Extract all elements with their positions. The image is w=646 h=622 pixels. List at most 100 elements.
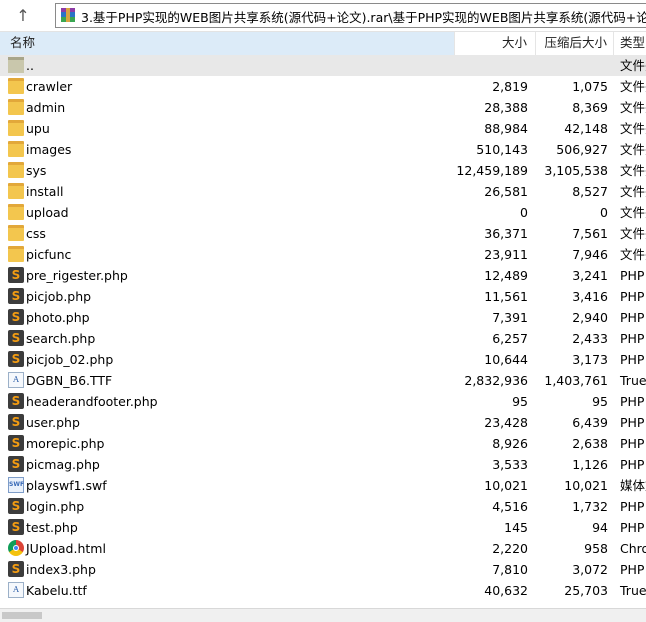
folder-icon: [8, 225, 24, 241]
file-row[interactable]: SWFplayswf1.swf 10,021 10,021 媒体文件: [0, 475, 646, 496]
column-header-type[interactable]: 类型: [614, 32, 646, 55]
file-size: 26,581: [484, 184, 528, 199]
file-row[interactable]: Spicjob_02.php 10,644 3,173 PHP: [0, 349, 646, 370]
file-packed-size: 3,105,538: [544, 163, 608, 178]
file-row[interactable]: Smorepic.php 8,926 2,638 PHP: [0, 433, 646, 454]
archive-path: 3.基于PHP实现的WEB图片共享系统(源代码+论文).rar\基于PHP实现的…: [81, 10, 646, 25]
file-row[interactable]: admin 28,388 8,369 文件夹: [0, 97, 646, 118]
file-size: 23,911: [484, 247, 528, 262]
file-name: crawler: [26, 79, 73, 94]
file-row[interactable]: Sphoto.php 7,391 2,940 PHP: [0, 307, 646, 328]
file-row[interactable]: Slogin.php 4,516 1,732 PHP: [0, 496, 646, 517]
file-packed-size: 958: [584, 541, 608, 556]
file-size: 510,143: [476, 142, 528, 157]
file-name: admin: [26, 100, 66, 115]
file-type: PHP: [620, 415, 645, 430]
up-arrow-icon[interactable]: ↑: [3, 2, 43, 28]
file-type: 文件夹: [620, 100, 646, 115]
file-row[interactable]: css 36,371 7,561 文件夹: [0, 223, 646, 244]
file-row[interactable]: upload 0 0 文件夹: [0, 202, 646, 223]
file-size: 6,257: [492, 331, 528, 346]
file-type: 文件夹: [620, 58, 646, 73]
column-header-packed-size[interactable]: 压缩后大小: [536, 32, 614, 55]
php-file-icon: S: [8, 309, 24, 325]
file-size: 36,371: [484, 226, 528, 241]
file-name: morepic.php: [26, 436, 105, 451]
swf-file-icon: SWF: [8, 477, 24, 493]
file-type: 文件夹: [620, 121, 646, 136]
file-name: install: [26, 184, 64, 199]
scrollbar-thumb[interactable]: [2, 612, 42, 619]
file-size: 88,984: [484, 121, 528, 136]
file-type: PHP: [620, 289, 645, 304]
file-list: .. 文件夹 crawler 2,819 1,075 文件夹 admin 28,388 8,36…: [0, 55, 646, 608]
file-type: PHP: [620, 499, 645, 514]
file-size: 145: [504, 520, 528, 535]
file-size: 3,533: [492, 457, 528, 472]
file-name: JUpload.html: [26, 541, 106, 556]
file-row[interactable]: .. 文件夹: [0, 55, 646, 76]
file-packed-size: 25,703: [564, 583, 608, 598]
file-name: images: [26, 142, 72, 157]
php-file-icon: S: [8, 393, 24, 409]
file-row[interactable]: JUpload.html 2,220 958 Chrome: [0, 538, 646, 559]
file-row[interactable]: crawler 2,819 1,075 文件夹: [0, 76, 646, 97]
file-row[interactable]: AKabelu.ttf 40,632 25,703 TrueType: [0, 580, 646, 601]
file-row[interactable]: Sindex3.php 7,810 3,072 PHP: [0, 559, 646, 580]
file-name: picfunc: [26, 247, 72, 262]
file-size: 12,459,189: [456, 163, 528, 178]
file-row[interactable]: install 26,581 8,527 文件夹: [0, 181, 646, 202]
folder-icon: [8, 141, 24, 157]
file-row[interactable]: Ssearch.php 6,257 2,433 PHP: [0, 328, 646, 349]
file-row[interactable]: Spicjob.php 11,561 3,416 PHP: [0, 286, 646, 307]
file-name: upload: [26, 205, 69, 220]
file-size: 95: [512, 394, 528, 409]
file-row[interactable]: Suser.php 23,428 6,439 PHP: [0, 412, 646, 433]
file-type: TrueType: [620, 373, 646, 388]
file-name: upu: [26, 121, 50, 136]
php-file-icon: S: [8, 330, 24, 346]
file-row[interactable]: ADGBN_B6.TTF 2,832,936 1,403,761 TrueType: [0, 370, 646, 391]
file-packed-size: 7,946: [572, 247, 608, 262]
file-packed-size: 3,416: [572, 289, 608, 304]
php-file-icon: S: [8, 498, 24, 514]
php-file-icon: S: [8, 456, 24, 472]
file-row[interactable]: Spicmag.php 3,533 1,126 PHP: [0, 454, 646, 475]
file-row[interactable]: Sheaderandfooter.php 95 95 PHP: [0, 391, 646, 412]
file-size: 28,388: [484, 100, 528, 115]
file-type: PHP: [620, 352, 645, 367]
file-row[interactable]: sys 12,459,189 3,105,538 文件夹: [0, 160, 646, 181]
file-packed-size: 2,433: [572, 331, 608, 346]
file-size: 10,021: [484, 478, 528, 493]
column-header-size[interactable]: 大小: [455, 32, 536, 55]
file-size: 7,391: [492, 310, 528, 325]
file-name: photo.php: [26, 310, 90, 325]
file-row[interactable]: images 510,143 506,927 文件夹: [0, 139, 646, 160]
file-row[interactable]: picfunc 23,911 7,946 文件夹: [0, 244, 646, 265]
file-size: 8,926: [492, 436, 528, 451]
file-type: PHP: [620, 310, 645, 325]
file-row[interactable]: upu 88,984 42,148 文件夹: [0, 118, 646, 139]
file-name: search.php: [26, 331, 96, 346]
file-size: 2,819: [492, 79, 528, 94]
file-type: 文件夹: [620, 205, 646, 220]
horizontal-scrollbar[interactable]: [0, 608, 646, 622]
file-row[interactable]: Stest.php 145 94 PHP: [0, 517, 646, 538]
file-name: test.php: [26, 520, 78, 535]
file-row[interactable]: Spre_rigester.php 12,489 3,241 PHP: [0, 265, 646, 286]
address-bar[interactable]: 3.基于PHP实现的WEB图片共享系统(源代码+论文).rar\基于PHP实现的…: [55, 3, 646, 28]
php-file-icon: S: [8, 519, 24, 535]
php-file-icon: S: [8, 267, 24, 283]
file-type: 文件夹: [620, 79, 646, 94]
file-packed-size: 10,021: [564, 478, 608, 493]
parent-folder-icon: [8, 57, 24, 73]
file-type: PHP: [620, 394, 645, 409]
php-file-icon: S: [8, 288, 24, 304]
file-size: 11,561: [484, 289, 528, 304]
file-packed-size: 7,561: [572, 226, 608, 241]
php-file-icon: S: [8, 561, 24, 577]
file-packed-size: 2,940: [572, 310, 608, 325]
column-header-name[interactable]: 名称: [0, 32, 455, 55]
column-header: 名称 大小 压缩后大小 类型: [0, 32, 646, 56]
file-packed-size: 95: [592, 394, 608, 409]
